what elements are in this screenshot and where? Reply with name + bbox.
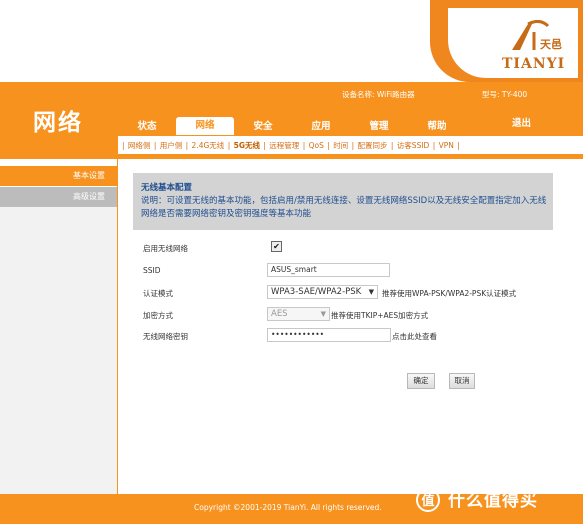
enable-wifi-checkbox[interactable]: ✔ [271, 241, 282, 252]
page-title: 网络 [33, 110, 83, 136]
encryption-label: 加密方式 [143, 311, 173, 320]
auth-mode-hint: 推荐使用WPA-PSK/WPA2-PSK认证模式 [382, 289, 517, 298]
info-description: 说明：可设置无线的基本功能，包括启用/禁用无线连接、设置无线网络SSID以及无线… [141, 196, 547, 219]
auth-mode-select[interactable]: WPA3-SAE/WPA2-PSK ▼ [267, 285, 378, 299]
subnav-item-wan[interactable]: 网络侧 [128, 141, 151, 150]
subnav: | 网络侧 | 用户侧 | 2.4G无线 | 5G无线 | 远程管理 | QoS… [122, 141, 460, 150]
subnav-item-remote[interactable]: 远程管理 [269, 141, 299, 150]
ssid-label: SSID [143, 266, 161, 275]
subnav-item-wifi24[interactable]: 2.4G无线 [192, 141, 225, 150]
subnav-item-guest[interactable]: 访客SSID [397, 141, 430, 150]
tab-application[interactable]: 应用 [292, 118, 350, 132]
logo-chinese: 天邑 [540, 38, 562, 51]
auth-mode-label: 认证模式 [143, 289, 173, 298]
subnav-item-lan[interactable]: 用户侧 [160, 141, 183, 150]
tab-help[interactable]: 帮助 [408, 118, 466, 132]
wifi-key-label: 无线网络密钥 [143, 332, 188, 341]
sidebar-background [0, 207, 117, 494]
sidebar-item-basic[interactable]: 基本设置 [0, 166, 117, 186]
dropdown-arrow-icon: ▼ [368, 288, 374, 296]
logo-area: 天邑 TIANYI [430, 0, 583, 82]
enable-wifi-label: 启用无线网络 [143, 244, 188, 253]
subnav-item-vpn[interactable]: VPN [439, 141, 454, 150]
tab-security[interactable]: 安全 [234, 118, 292, 132]
watermark-text: 什么值得买 [448, 491, 538, 511]
encryption-hint: 推荐使用TKIP+AES加密方式 [331, 311, 429, 320]
subnav-item-wifi5[interactable]: 5G无线 [234, 141, 260, 150]
device-name: 设备名称: WiFi路由器 [342, 90, 415, 99]
device-model: 型号: TY-400 [482, 90, 528, 99]
encryption-select[interactable]: AES ▼ [267, 307, 330, 321]
auth-mode-value: WPA3-SAE/WPA2-PSK [271, 287, 362, 297]
dropdown-arrow-icon: ▼ [320, 310, 326, 318]
encryption-value: AES [271, 309, 288, 319]
copyright-text: Copyright ©2001-2019 TianYi. All rights … [194, 503, 382, 512]
sidebar-item-advanced[interactable]: 高级设置 [0, 187, 117, 207]
ssid-input[interactable]: ASUS_smart [267, 263, 390, 277]
info-title: 无线基本配置 [141, 183, 193, 193]
logo-text: TIANYI [502, 56, 566, 72]
logout-link[interactable]: 退出 [512, 115, 531, 129]
wifi-key-input[interactable]: •••••••••••• [267, 328, 391, 342]
ok-button[interactable]: 确定 [407, 373, 435, 389]
tab-network[interactable]: 网络 [176, 117, 234, 135]
subnav-item-qos[interactable]: QoS [309, 141, 324, 150]
tab-management[interactable]: 管理 [350, 118, 408, 132]
watermark-icon: 值 [416, 488, 440, 512]
cancel-button[interactable]: 取消 [449, 373, 475, 389]
svg-text:值: 值 [421, 493, 434, 509]
sidebar-divider [117, 159, 118, 494]
logo-panel: 天邑 TIANYI [448, 8, 578, 78]
show-key-link[interactable]: 点击此处查看 [392, 331, 437, 342]
subnav-item-sync[interactable]: 配置同步 [358, 141, 388, 150]
subnav-item-time[interactable]: 时间 [333, 141, 348, 150]
tab-status[interactable]: 状态 [118, 118, 176, 132]
